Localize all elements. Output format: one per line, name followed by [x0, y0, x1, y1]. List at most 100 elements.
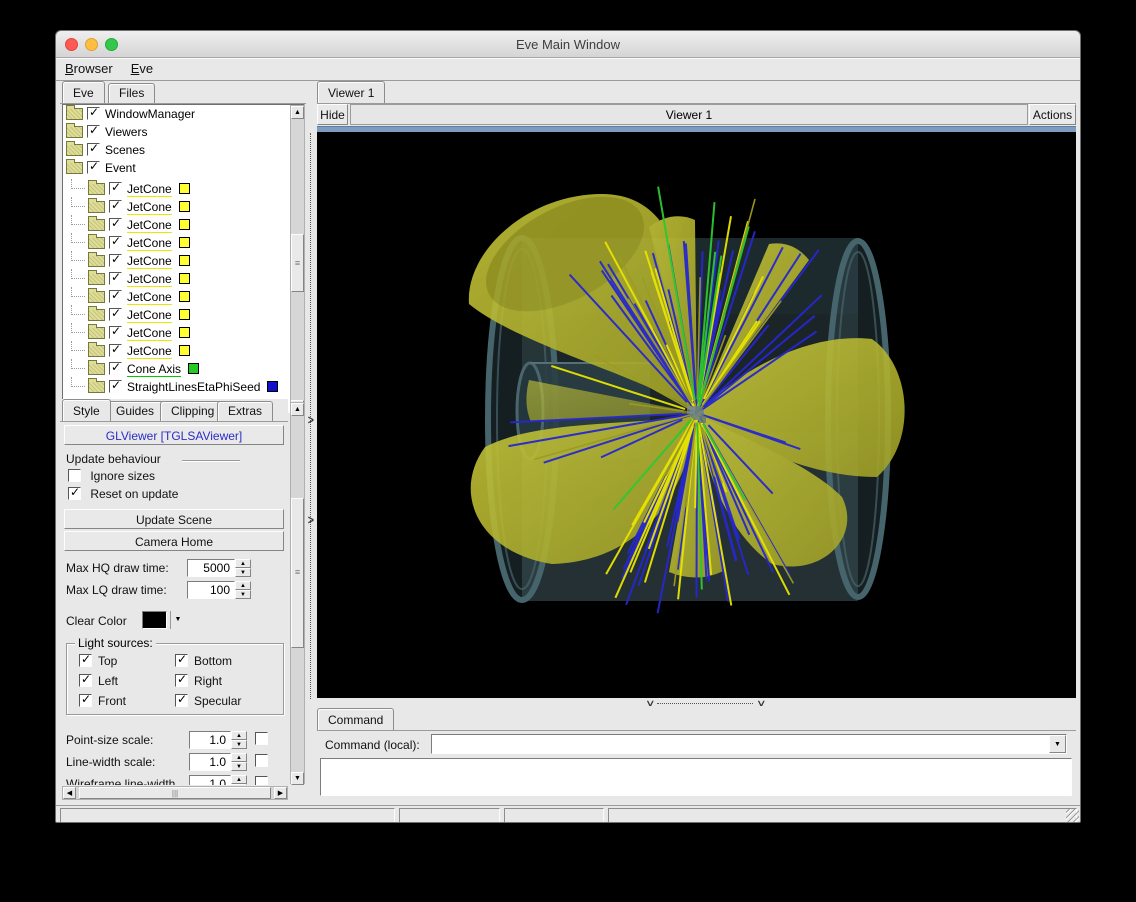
clear-color-swatch[interactable]: [142, 611, 167, 629]
spin-down-icon[interactable]: ▼: [235, 590, 251, 599]
color-swatch[interactable]: [179, 201, 190, 212]
tab-eve[interactable]: Eve: [62, 81, 105, 103]
tree-item[interactable]: ✓ Event: [63, 159, 304, 177]
tree-item[interactable]: ✓JetCone: [63, 177, 304, 195]
tree-item[interactable]: ✓ Scenes: [63, 141, 304, 159]
spin-down-icon[interactable]: ▼: [235, 568, 251, 577]
color-swatch[interactable]: [179, 327, 190, 338]
hscroll-thumb[interactable]: |||: [79, 787, 271, 799]
scroll-down-icon[interactable]: ▼: [291, 772, 304, 785]
tree-item[interactable]: ✓JetCone: [63, 339, 304, 357]
tree-scrollbar[interactable]: ▲ ≡ ▼: [290, 105, 305, 412]
color-swatch[interactable]: [179, 309, 190, 320]
tree-item[interactable]: ✓JetCone: [63, 321, 304, 339]
scale-input[interactable]: 1.0: [189, 775, 231, 785]
viewer-command-splitter[interactable]: ∨ ∨: [317, 700, 1076, 708]
tree-item-label[interactable]: Viewers: [105, 126, 147, 139]
spin-down-icon[interactable]: ▼: [231, 762, 247, 771]
tab-viewer-1[interactable]: Viewer 1: [317, 81, 385, 103]
tab-style[interactable]: Style: [62, 399, 111, 421]
color-swatch[interactable]: [179, 237, 190, 248]
tree-item[interactable]: ✓Cone Axis: [63, 357, 304, 375]
camera-home-button[interactable]: Camera Home: [64, 531, 284, 551]
visibility-checkbox[interactable]: ✓: [109, 182, 122, 195]
light-checkbox[interactable]: ✓: [79, 674, 92, 687]
update-scene-button[interactable]: Update Scene: [64, 509, 284, 529]
color-swatch[interactable]: [179, 183, 190, 194]
scale-input[interactable]: 1.0: [189, 753, 231, 771]
tree-item-label[interactable]: Event: [105, 162, 136, 175]
scale-checkbox[interactable]: ✓: [255, 754, 268, 767]
command-output[interactable]: [320, 758, 1072, 796]
tree-item[interactable]: ✓JetCone: [63, 285, 304, 303]
visibility-checkbox[interactable]: ✓: [87, 107, 100, 120]
reset-on-update-checkbox[interactable]: ✓: [68, 487, 81, 500]
scale-input[interactable]: 1.0: [189, 731, 231, 749]
color-dropdown-arrow-icon[interactable]: ▼: [170, 611, 185, 629]
editor-hscrollbar[interactable]: ◀ ▶ |||: [62, 786, 288, 800]
visibility-checkbox[interactable]: ✓: [109, 362, 122, 375]
visibility-checkbox[interactable]: ✓: [109, 218, 122, 231]
tree-item[interactable]: ✓JetCone: [63, 195, 304, 213]
tree-item[interactable]: ✓ StraightLinesEtaPhiSeed: [63, 375, 304, 393]
visibility-checkbox[interactable]: ✓: [87, 143, 100, 156]
scroll-up-icon[interactable]: ▲: [291, 106, 304, 119]
spin-up-icon[interactable]: ▲: [231, 753, 247, 762]
light-checkbox[interactable]: ✓: [79, 694, 92, 707]
tree-item[interactable]: ✓JetCone: [63, 303, 304, 321]
light-checkbox[interactable]: ✓: [79, 654, 92, 667]
actions-button[interactable]: Actions: [1029, 104, 1076, 125]
gl-viewport[interactable]: [317, 132, 1076, 698]
tree-scroll-thumb[interactable]: ≡: [291, 234, 304, 292]
visibility-checkbox[interactable]: ✓: [109, 254, 122, 267]
visibility-checkbox[interactable]: ✓: [87, 161, 100, 174]
tree-item[interactable]: ✓JetCone: [63, 267, 304, 285]
scroll-up-icon[interactable]: ▲: [291, 403, 304, 416]
tab-extras[interactable]: Extras: [217, 401, 273, 421]
visibility-checkbox[interactable]: ✓: [109, 308, 122, 321]
spin-up-icon[interactable]: ▲: [231, 775, 247, 784]
spin-up-icon[interactable]: ▲: [231, 731, 247, 740]
resize-grip-icon[interactable]: [1066, 809, 1079, 822]
visibility-checkbox[interactable]: ✓: [109, 236, 122, 249]
visibility-checkbox[interactable]: ✓: [87, 125, 100, 138]
visibility-checkbox[interactable]: ✓: [109, 326, 122, 339]
hide-button[interactable]: Hide: [317, 104, 348, 125]
scene-tree[interactable]: ✓ WindowManager ✓ Viewers ✓ Scenes ✓ Event ✓JetC…: [62, 104, 305, 413]
color-swatch[interactable]: [267, 381, 278, 392]
glviewer-header-button[interactable]: GLViewer [TGLSAViewer]: [64, 425, 284, 445]
tree-item[interactable]: ✓JetCone: [63, 231, 304, 249]
tree-item[interactable]: ✓ Viewers: [63, 123, 304, 141]
tree-item[interactable]: ✓JetCone: [63, 249, 304, 267]
spin-up-icon[interactable]: ▲: [235, 581, 251, 590]
tab-guides[interactable]: Guides: [105, 401, 165, 421]
editor-scroll-thumb[interactable]: ≡: [291, 498, 304, 648]
spin-up-icon[interactable]: ▲: [235, 559, 251, 568]
visibility-checkbox[interactable]: ✓: [109, 380, 122, 393]
editor-scrollbar[interactable]: ▲ ≡ ▼: [290, 402, 305, 784]
visibility-checkbox[interactable]: ✓: [109, 290, 122, 303]
visibility-checkbox[interactable]: ✓: [109, 344, 122, 357]
tree-item-label[interactable]: WindowManager: [105, 108, 195, 121]
scroll-right-icon[interactable]: ▶: [274, 787, 287, 799]
visibility-checkbox[interactable]: ✓: [109, 200, 122, 213]
spin-down-icon[interactable]: ▼: [231, 784, 247, 785]
command-input[interactable]: ▼: [431, 734, 1067, 754]
tree-item-label[interactable]: StraightLinesEtaPhiSeed: [127, 381, 260, 394]
color-swatch[interactable]: [179, 255, 190, 266]
color-swatch[interactable]: [179, 345, 190, 356]
scale-checkbox[interactable]: ✓: [255, 776, 268, 785]
max-hq-input[interactable]: 5000: [187, 559, 235, 577]
menu-eve[interactable]: Eve: [122, 58, 162, 80]
color-swatch[interactable]: [188, 363, 199, 374]
light-checkbox[interactable]: ✓: [175, 674, 188, 687]
visibility-checkbox[interactable]: ✓: [109, 272, 122, 285]
max-lq-input[interactable]: 100: [187, 581, 235, 599]
ignore-sizes-checkbox[interactable]: ✓: [68, 469, 81, 482]
tab-clipping[interactable]: Clipping: [160, 401, 225, 421]
panel-splitter[interactable]: ∨ ∨: [306, 81, 317, 801]
combo-dropdown-icon[interactable]: ▼: [1049, 735, 1066, 753]
scroll-left-icon[interactable]: ◀: [63, 787, 76, 799]
color-swatch[interactable]: [179, 273, 190, 284]
tree-item-label[interactable]: Scenes: [105, 144, 145, 157]
